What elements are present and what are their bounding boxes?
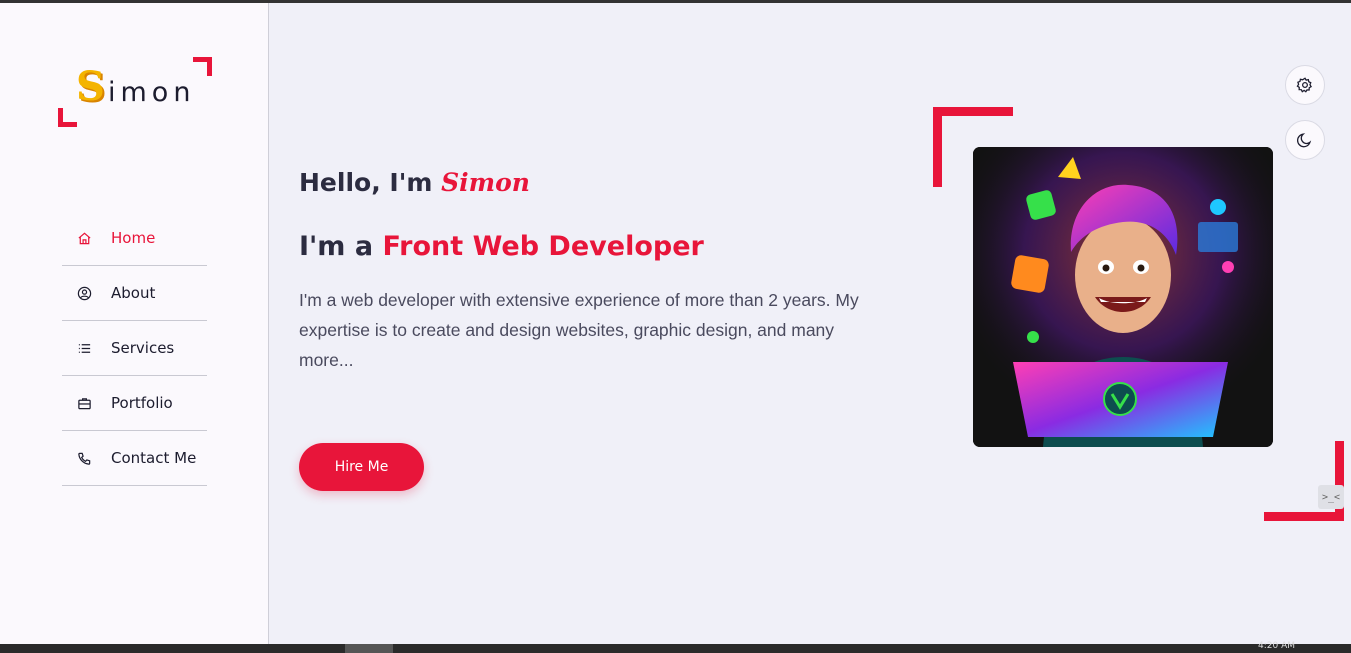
role-title: Front Web Developer <box>382 231 704 262</box>
nav-item-portfolio[interactable]: Portfolio <box>62 376 207 431</box>
nav-label-services: Services <box>111 339 175 357</box>
sidebar-toggle[interactable]: >_< <box>1318 485 1344 509</box>
logo-mark: S <box>76 63 105 110</box>
greeting-prefix: Hello, I'm <box>299 168 442 197</box>
site-logo[interactable]: S imon <box>58 57 212 127</box>
user-circle-icon <box>62 286 111 301</box>
nav-item-contact[interactable]: Contact Me <box>62 431 207 486</box>
nav-label-home: Home <box>111 229 156 247</box>
portrait-illustration <box>973 147 1273 447</box>
role-prefix: I'm a <box>299 231 383 262</box>
nav-label-contact: Contact Me <box>111 449 197 467</box>
hero-greeting: Hello, I'm Simon <box>299 168 530 197</box>
hero-role: I'm a Front Web Developer <box>299 231 704 262</box>
nav-item-home[interactable]: Home <box>62 211 207 266</box>
gear-icon <box>1296 77 1312 93</box>
os-taskbar: 4:20 AM <box>0 641 1351 653</box>
sidebar: S imon Home About Services Portfolio Con… <box>0 3 269 644</box>
frame-bracket-bottom-right <box>1264 441 1344 521</box>
nav-item-about[interactable]: About <box>62 266 207 321</box>
hero-portrait-image <box>973 147 1273 447</box>
briefcase-icon <box>62 396 111 411</box>
moon-icon <box>1297 133 1312 148</box>
hero-section: Hello, I'm Simon I'm a Front Web Develop… <box>269 3 1351 644</box>
taskbar-clock: 4:20 AM <box>1258 641 1295 651</box>
nav-label-portfolio: Portfolio <box>111 394 173 412</box>
nav-label-about: About <box>111 284 156 302</box>
settings-button[interactable] <box>1285 65 1325 105</box>
phone-icon <box>62 451 111 466</box>
hire-me-button[interactable]: Hire Me <box>299 443 424 491</box>
browser-viewport: S imon Home About Services Portfolio Con… <box>0 3 1351 644</box>
logo-bracket-top-right <box>193 57 212 76</box>
theme-toggle-button[interactable] <box>1285 120 1325 160</box>
home-icon <box>62 231 111 246</box>
logo-bracket-bottom-left <box>58 108 77 127</box>
hero-description: I'm a web developer with extensive exper… <box>299 290 859 370</box>
hero-image-frame <box>933 107 1344 521</box>
taskbar-active-app[interactable] <box>345 644 393 653</box>
main-nav: Home About Services Portfolio Contact Me <box>62 211 207 486</box>
list-icon <box>62 341 111 356</box>
nav-item-services[interactable]: Services <box>62 321 207 376</box>
greeting-name: Simon <box>441 168 530 197</box>
logo-text: imon <box>108 77 196 108</box>
